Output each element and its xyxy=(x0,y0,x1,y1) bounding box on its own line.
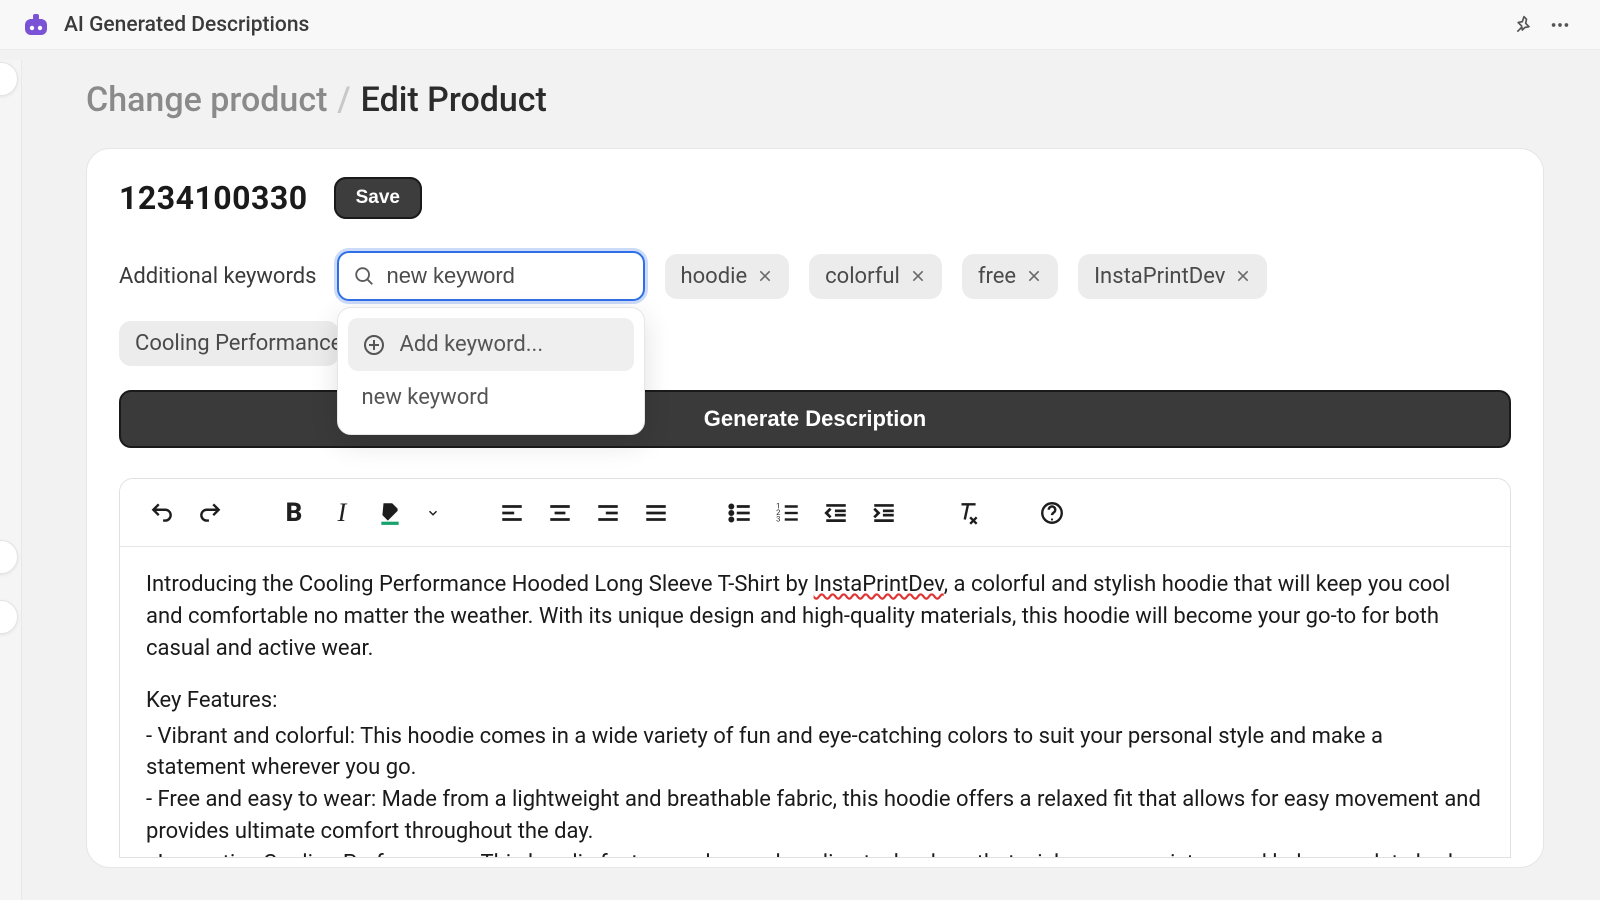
rail-dot xyxy=(0,540,18,574)
align-center-icon[interactable] xyxy=(540,493,580,533)
italic-icon[interactable]: I xyxy=(322,493,362,533)
bullet-list-icon[interactable] xyxy=(720,493,760,533)
save-button[interactable]: Save xyxy=(334,177,422,219)
generate-description-button[interactable]: Generate Description xyxy=(119,390,1511,448)
indent-icon[interactable] xyxy=(864,493,904,533)
rich-text-editor: B I 123 xyxy=(119,478,1511,858)
keyword-chip: hoodie xyxy=(665,254,790,299)
left-rail xyxy=(0,60,22,900)
outdent-icon[interactable] xyxy=(816,493,856,533)
search-icon xyxy=(353,265,375,287)
text-color-icon[interactable] xyxy=(370,493,410,533)
editor-text-misspelled: InstaPrintDev xyxy=(814,572,944,597)
editor-text: - Free and easy to wear: Made from a lig… xyxy=(146,784,1484,848)
editor-text: Introducing the Cooling Performance Hood… xyxy=(146,572,814,597)
keyword-search-box[interactable] xyxy=(337,251,645,301)
keyword-dropdown: Add keyword... new keyword xyxy=(337,307,645,435)
align-justify-icon[interactable] xyxy=(636,493,676,533)
keyword-chip: free xyxy=(962,254,1058,299)
help-icon[interactable] xyxy=(1032,493,1072,533)
keyword-search-input[interactable] xyxy=(387,263,629,289)
numbered-list-icon[interactable]: 123 xyxy=(768,493,808,533)
text-color-dropdown-icon[interactable] xyxy=(418,493,448,533)
editor-content[interactable]: Introducing the Cooling Performance Hood… xyxy=(120,547,1510,857)
app-title: AI Generated Descriptions xyxy=(64,13,309,37)
editor-toolbar: B I 123 xyxy=(120,479,1510,547)
breadcrumb-parent[interactable]: Change product xyxy=(86,80,327,120)
editor-text: - Vibrant and colorful: This hoodie come… xyxy=(146,721,1484,785)
redo-icon[interactable] xyxy=(190,493,230,533)
product-id: 1234100330 xyxy=(119,179,308,217)
more-icon[interactable] xyxy=(1542,7,1578,43)
undo-icon[interactable] xyxy=(142,493,182,533)
bold-icon[interactable]: B xyxy=(274,493,314,533)
chip-label: colorful xyxy=(825,264,900,289)
product-card: 1234100330 Save Additional keywords Add … xyxy=(86,148,1544,868)
editor-text: - Innovative Cooling Performance: This h… xyxy=(146,848,1484,857)
chip-remove-icon[interactable] xyxy=(757,268,773,284)
app-bar: AI Generated Descriptions xyxy=(0,0,1600,50)
chip-label: free xyxy=(978,264,1016,289)
clear-format-icon[interactable] xyxy=(948,493,988,533)
keyword-chip: colorful xyxy=(809,254,942,299)
svg-text:3: 3 xyxy=(776,514,780,523)
keyword-chip-truncated: Cooling Performance Ho xyxy=(119,321,339,366)
chip-label: InstaPrintDev xyxy=(1094,264,1225,289)
chip-remove-icon[interactable] xyxy=(910,268,926,284)
chip-label: hoodie xyxy=(681,264,748,289)
keywords-label: Additional keywords xyxy=(119,264,317,289)
rail-dot xyxy=(0,62,18,96)
dropdown-add-keyword[interactable]: Add keyword... xyxy=(348,318,634,371)
breadcrumb-separator: / xyxy=(337,80,350,120)
breadcrumb-current: Edit Product xyxy=(361,80,547,120)
dropdown-add-label: Add keyword... xyxy=(400,332,544,357)
pin-icon[interactable] xyxy=(1506,7,1542,43)
editor-text: Key Features: xyxy=(146,685,1484,717)
dropdown-suggestion[interactable]: new keyword xyxy=(348,371,634,424)
chip-remove-icon[interactable] xyxy=(1235,268,1251,284)
align-right-icon[interactable] xyxy=(588,493,628,533)
breadcrumb: Change product / Edit Product xyxy=(30,50,1600,148)
rail-dot xyxy=(0,600,18,634)
app-logo-icon xyxy=(22,11,50,39)
chip-remove-icon[interactable] xyxy=(1026,268,1042,284)
align-left-icon[interactable] xyxy=(492,493,532,533)
plus-circle-icon xyxy=(362,333,386,357)
dropdown-suggestion-label: new keyword xyxy=(362,385,489,410)
keyword-chip: InstaPrintDev xyxy=(1078,254,1267,299)
